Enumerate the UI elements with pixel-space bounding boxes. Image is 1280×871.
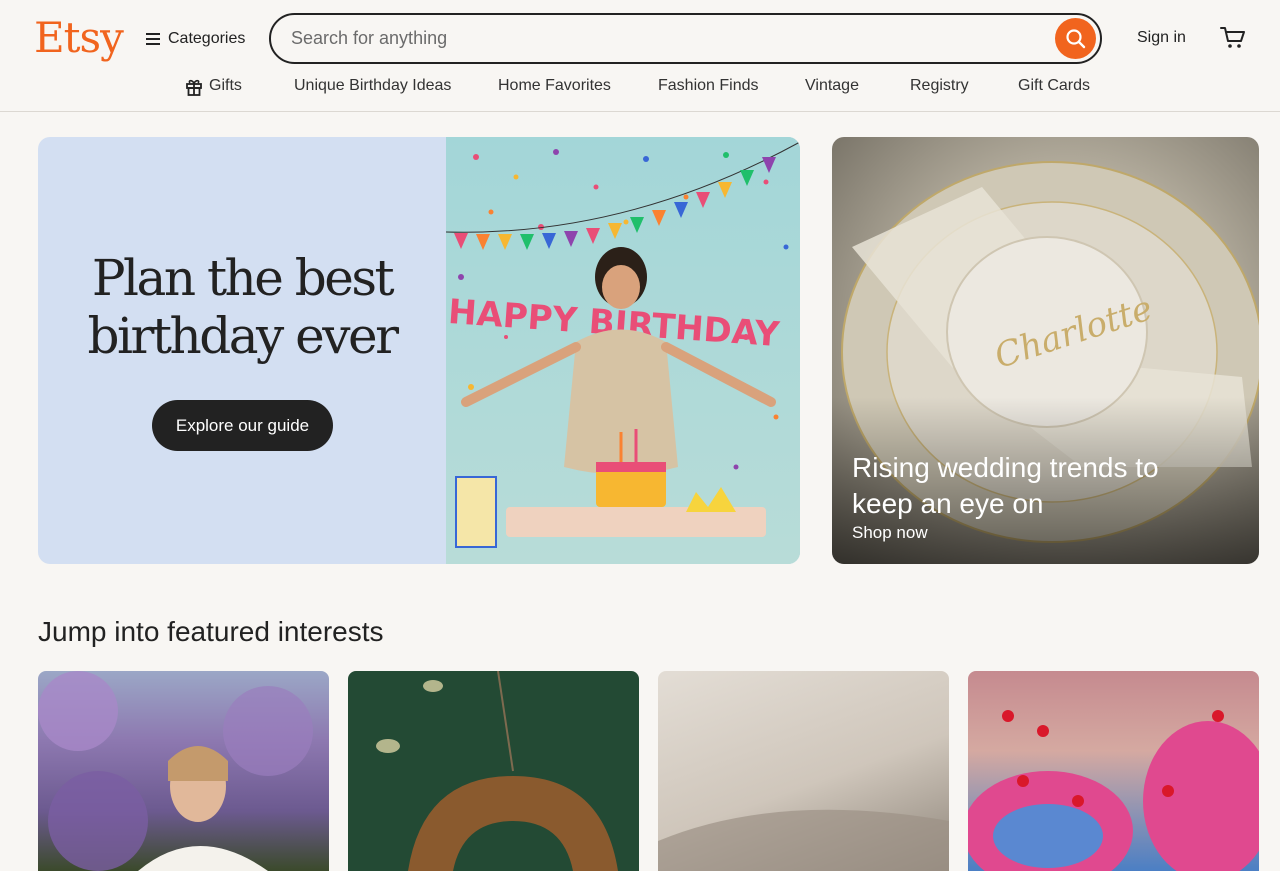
wedding-trends-title: Rising wedding trends to keep an eye on — [852, 452, 1159, 519]
wedding-trends-card[interactable]: Charlotte Rising wedding trends to keep … — [832, 137, 1259, 564]
nav-item-vintage[interactable]: Vintage — [805, 77, 859, 95]
search-input[interactable] — [291, 15, 1051, 62]
search-button[interactable] — [1055, 18, 1096, 59]
sign-in-link[interactable]: Sign in — [1137, 29, 1186, 47]
categories-button[interactable]: Categories — [146, 28, 245, 50]
explore-guide-button[interactable]: Explore our guide — [152, 400, 333, 451]
featured-card-party[interactable] — [968, 671, 1259, 871]
etsy-logo[interactable]: Etsy — [34, 12, 124, 64]
shop-now-link[interactable]: Shop now — [852, 523, 928, 543]
featured-card-fashion[interactable] — [38, 671, 329, 871]
nav-item-fashion-finds[interactable]: Fashion Finds — [658, 77, 759, 95]
nav-item-registry[interactable]: Registry — [910, 77, 969, 95]
cart-icon[interactable] — [1220, 26, 1246, 50]
party-photo — [968, 710, 1259, 871]
hero-title: Plan the best birthday ever — [87, 249, 399, 365]
search-bar — [269, 13, 1102, 64]
top-nav: Gifts Unique Birthday Ideas Home Favorit… — [0, 77, 1280, 99]
fashion-photo — [38, 671, 313, 871]
home-decor-photo — [376, 671, 618, 871]
nav-item-unique-birthday-ideas[interactable]: Unique Birthday Ideas — [294, 77, 451, 95]
search-icon — [1066, 29, 1086, 49]
site-header: Etsy Categories Sign in Gifts Unique Bir… — [0, 0, 1280, 112]
featured-card-home[interactable] — [348, 671, 639, 871]
categories-label: Categories — [168, 30, 246, 47]
featured-interests-heading: Jump into featured interests — [38, 616, 384, 647]
hamburger-icon — [146, 33, 160, 45]
gift-icon — [186, 79, 202, 96]
birthday-hero-banner[interactable]: Plan the best birthday ever Explore our … — [38, 137, 800, 564]
birthday-photo: HAPPY BIRTHDAY — [446, 137, 800, 564]
nav-item-gifts[interactable]: Gifts — [209, 77, 242, 95]
nav-item-gift-cards[interactable]: Gift Cards — [1018, 77, 1090, 95]
minimal-photo — [658, 809, 949, 871]
featured-card-minimal[interactable] — [658, 671, 949, 871]
nav-item-home-favorites[interactable]: Home Favorites — [498, 77, 611, 95]
